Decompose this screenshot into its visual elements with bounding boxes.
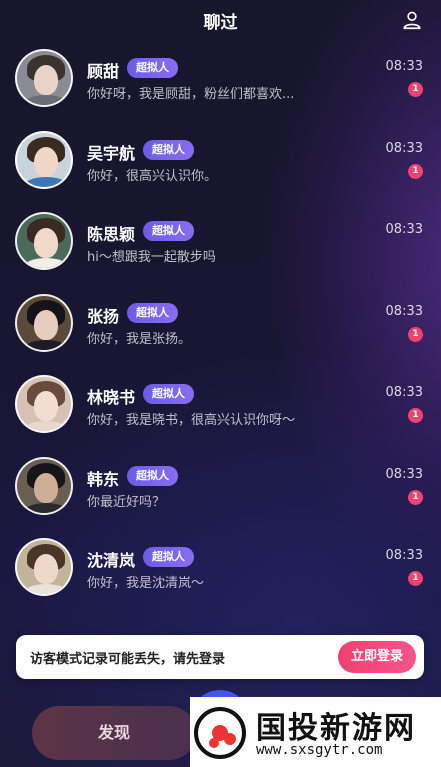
watermark-url: www.sxsgytr.com xyxy=(256,742,383,758)
user-icon[interactable] xyxy=(401,9,423,31)
conversation-row[interactable]: 林晓书 超拟人你好，我是晓书，很高兴认识你呀～ 08:33 1 xyxy=(0,366,441,448)
login-now-button[interactable]: 立即登录 xyxy=(338,641,416,673)
conversation-row[interactable]: 沈清岚 超拟人你好，我是沈清岚～ 08:33 1 xyxy=(0,529,441,611)
unread-count-badge: 1 xyxy=(408,408,423,423)
unread-count-badge: 1 xyxy=(408,82,423,97)
message-time: 08:33 xyxy=(385,385,423,400)
contact-name: 沈清岚 xyxy=(87,551,136,570)
message-time: 08:33 xyxy=(385,59,423,74)
discover-tab[interactable]: 发现 xyxy=(32,706,196,760)
ai-persona-badge: 超拟人 xyxy=(143,221,194,241)
ai-persona-badge: 超拟人 xyxy=(143,384,194,404)
ai-persona-badge: 超拟人 xyxy=(127,465,178,486)
avatar-part xyxy=(23,502,69,513)
last-message-preview: 你好，我是沈清岚～ xyxy=(87,576,205,591)
avatar-part xyxy=(23,258,69,268)
avatar[interactable] xyxy=(15,212,73,270)
avatar-part xyxy=(34,309,58,340)
last-message-preview: 你好呀，我是顾甜，粉丝们都喜欢... xyxy=(87,87,295,102)
last-message-preview: 你好，我是晓书，很高兴认识你呀～ xyxy=(87,413,296,428)
contact-name: 吴宇航 xyxy=(87,143,136,163)
last-message-preview: 你最近好吗？ xyxy=(87,494,166,510)
ai-persona-badge: 超拟人 xyxy=(143,547,194,567)
avatar-part xyxy=(23,176,69,187)
login-toast: 访客模式记录可能丢失，请先登录 立即登录 xyxy=(16,635,424,679)
header: 聊过 xyxy=(0,0,441,40)
contact-name: 林晓书 xyxy=(87,388,136,407)
last-message-preview: 你好，我是张扬。 xyxy=(87,331,192,347)
conversation-row[interactable]: 吴宇航 超拟人你好，很高兴认识你。 08:33 1 xyxy=(0,122,441,204)
watermark-title: 国投新游网 xyxy=(256,711,416,746)
message-time: 08:33 xyxy=(385,303,423,319)
unread-count-badge: 1 xyxy=(408,326,423,342)
conversation-row[interactable]: 张扬 超拟人你好，我是张扬。 08:33 1 xyxy=(0,285,441,367)
avatar-part xyxy=(34,554,58,584)
avatar[interactable] xyxy=(15,49,73,107)
avatar-part xyxy=(34,472,58,503)
contact-name: 韩东 xyxy=(87,469,120,489)
avatar-part xyxy=(23,95,69,105)
avatar-part xyxy=(34,228,58,258)
unread-count-badge: 1 xyxy=(408,571,423,586)
last-message-preview: hi～想跟我一起散步吗 xyxy=(87,250,216,265)
avatar-part xyxy=(34,146,58,177)
unread-count-badge: 1 xyxy=(408,163,423,179)
message-time: 08:33 xyxy=(385,222,423,237)
watermark: 国投新游网 www.sxsgytr.com xyxy=(190,697,441,767)
contact-name: 张扬 xyxy=(87,306,120,326)
avatar[interactable] xyxy=(15,375,73,433)
avatar[interactable] xyxy=(15,293,73,352)
ai-persona-badge: 超拟人 xyxy=(127,302,178,323)
message-time: 08:33 xyxy=(385,466,423,482)
contact-name: 顾甜 xyxy=(87,62,120,81)
toast-message: 访客模式记录可能丢失，请先登录 xyxy=(30,652,226,667)
page-title: 聊过 xyxy=(203,12,238,33)
conversation-row[interactable]: 韩东 超拟人你最近好吗？ 08:33 1 xyxy=(0,448,441,530)
avatar-part xyxy=(34,391,58,421)
ai-persona-badge: 超拟人 xyxy=(127,58,178,78)
conversation-row[interactable]: 陈思颖 超拟人 hi～想跟我一起散步吗 08:33 xyxy=(0,203,441,285)
watermark-logo-icon xyxy=(194,707,246,759)
last-message-preview: 你好，很高兴认识你。 xyxy=(87,168,218,184)
avatar-part xyxy=(34,65,58,95)
message-time: 08:33 xyxy=(385,140,423,156)
unread-count-badge: 1 xyxy=(408,489,423,505)
message-time: 08:33 xyxy=(385,548,423,563)
avatar[interactable] xyxy=(15,130,73,189)
avatar-part xyxy=(23,421,69,431)
contact-name: 陈思颖 xyxy=(87,225,136,244)
conversation-list: 顾甜 超拟人 你好呀，我是顾甜，粉丝们都喜欢... 08:33 1 吴宇航 超拟人 你好，很高… xyxy=(0,40,441,611)
conversation-row[interactable]: 顾甜 超拟人你好呀，我是顾甜，粉丝们都喜欢... 08:33 1 xyxy=(0,40,441,122)
avatar-part xyxy=(23,584,69,594)
avatar-part xyxy=(23,339,69,350)
avatar[interactable] xyxy=(15,456,73,515)
avatar[interactable] xyxy=(15,538,73,596)
ai-persona-badge: 超拟人 xyxy=(143,139,194,160)
